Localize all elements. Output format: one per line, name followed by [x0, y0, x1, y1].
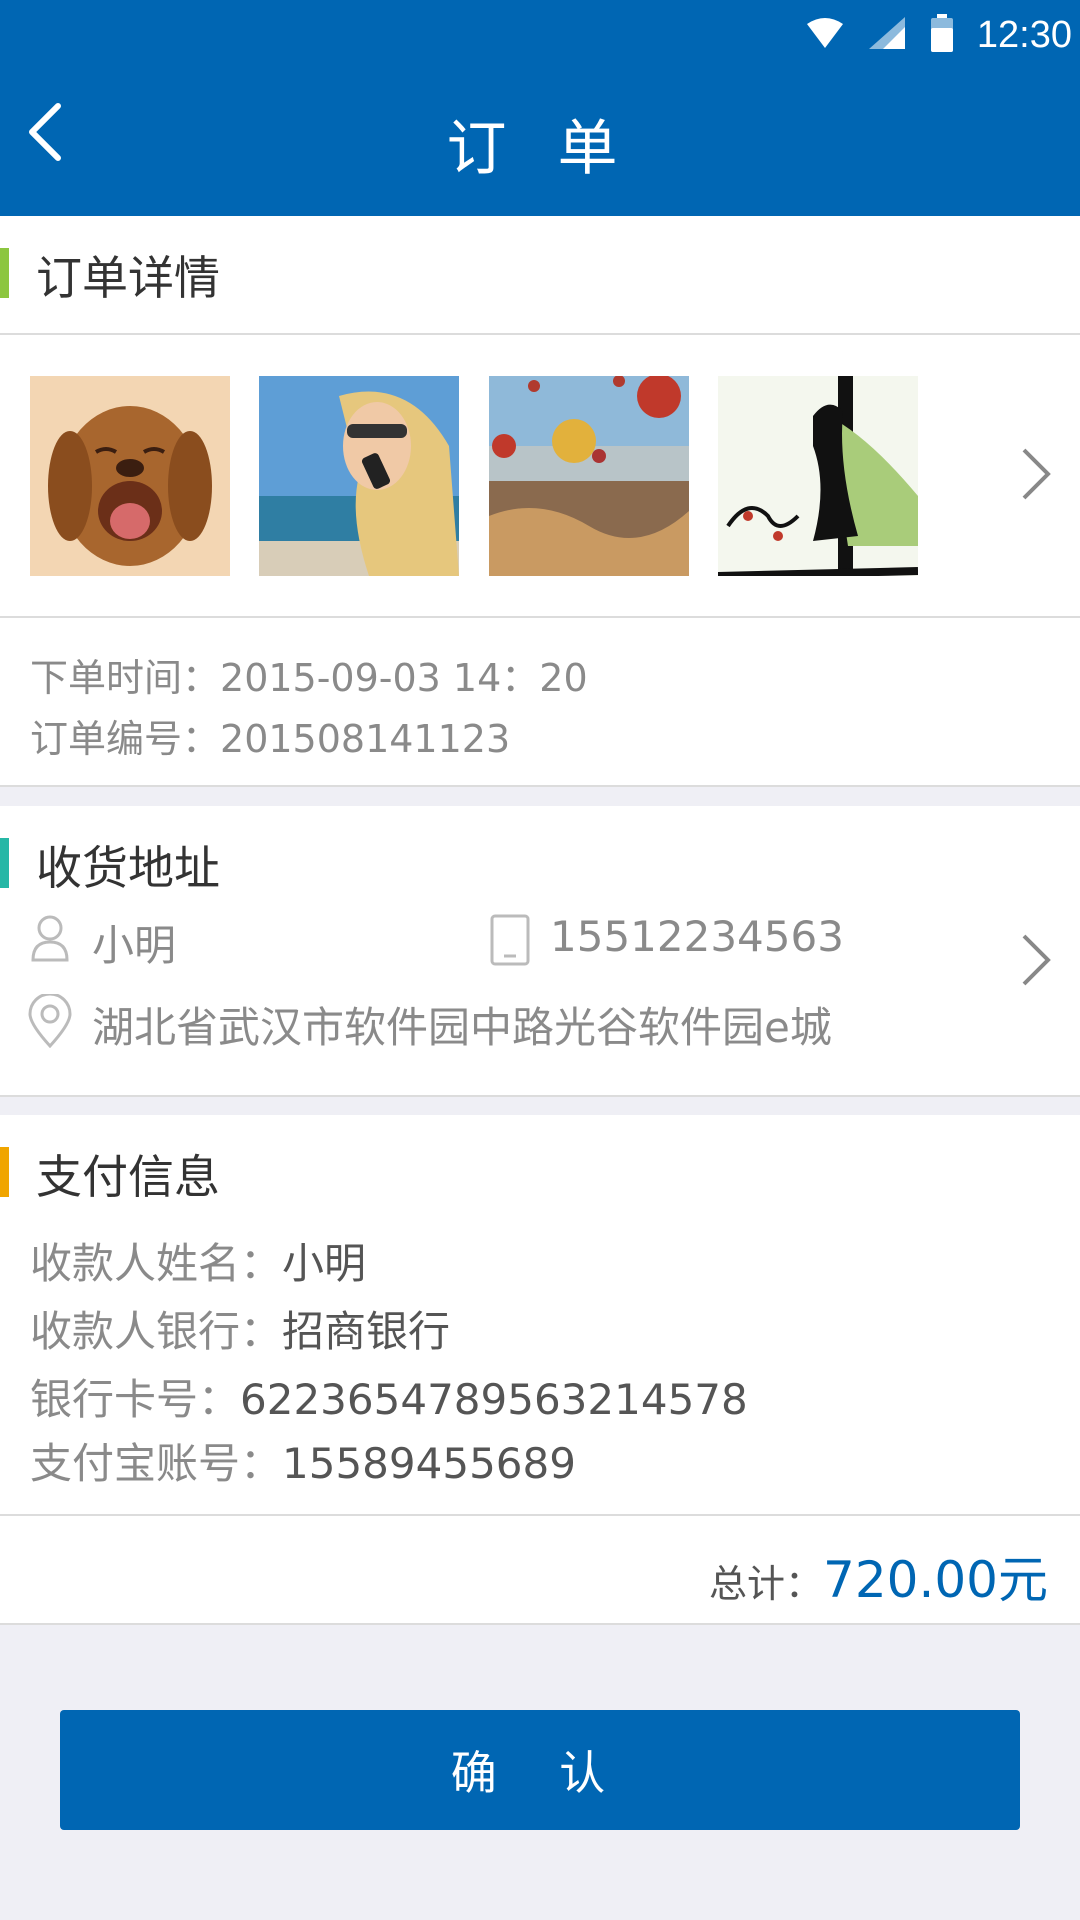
alipay-label: 支付宝账号： [30, 1439, 283, 1488]
person-icon [30, 914, 70, 966]
divider [0, 333, 1080, 335]
recipient-address: 湖北省武汉市软件园中路光谷软件园e城 [92, 1003, 832, 1052]
payee-bank: 收款人银行：招商银行 [30, 1298, 450, 1359]
card-number: 银行卡号：6223654789563214578 [30, 1366, 748, 1427]
section-accent [0, 838, 9, 888]
order-image-4[interactable] [718, 376, 918, 576]
divider [0, 785, 1080, 787]
order-total: 总计： 720.00元 [709, 1540, 1048, 1612]
location-icon [28, 992, 72, 1052]
order-time: 下单时间：2015-09-03 14：20 [30, 647, 588, 702]
payment-title: 支付信息 [36, 1150, 220, 1204]
order-number: 订单编号：201508141123 [30, 708, 510, 763]
recipient-phone: 15512234563 [550, 912, 844, 961]
address-more-button[interactable] [1016, 930, 1056, 990]
order-details-title: 订单详情 [36, 251, 220, 305]
hot-air-balloons-photo [489, 376, 689, 576]
divider [0, 616, 1080, 618]
order-number-value: 201508141123 [220, 717, 511, 761]
signal-icon [868, 17, 905, 53]
battery-icon [930, 14, 953, 56]
phone-icon [490, 914, 530, 970]
order-image-2[interactable] [259, 376, 459, 576]
section-accent [0, 248, 9, 298]
total-label: 总计： [709, 1562, 824, 1606]
order-time-label: 下单时间： [30, 656, 221, 700]
card-number-value: 6223654789563214578 [240, 1375, 748, 1424]
dog-photo [30, 376, 230, 576]
divider [0, 1623, 1080, 1625]
payee-bank-value: 招商银行 [282, 1307, 451, 1356]
silhouette-illustration [718, 376, 918, 576]
divider [0, 1514, 1080, 1516]
chevron-right-icon [1022, 448, 1051, 500]
status-bar: 12:30 [781, 10, 1072, 60]
images-more-button[interactable] [1016, 444, 1056, 504]
payee-name: 收款人姓名：小明 [30, 1230, 366, 1291]
order-image-3[interactable] [489, 376, 689, 576]
divider [0, 1095, 1080, 1097]
card-number-label: 银行卡号： [30, 1375, 241, 1424]
payee-bank-label: 收款人银行： [30, 1307, 283, 1356]
chevron-right-icon [1022, 934, 1051, 986]
order-image-1[interactable] [30, 376, 230, 576]
total-value: 720.00元 [823, 1551, 1048, 1609]
page-title: 订 单 [446, 114, 634, 184]
order-time-value: 2015-09-03 14：20 [220, 656, 588, 700]
confirm-button[interactable]: 确 认 [60, 1710, 1020, 1830]
woman-on-phone-photo [259, 376, 459, 576]
wifi-icon [806, 18, 843, 52]
recipient-name: 小明 [92, 921, 177, 970]
order-number-label: 订单编号： [30, 717, 221, 761]
section-accent [0, 1147, 9, 1197]
payee-name-value: 小明 [282, 1239, 367, 1288]
status-time: 12:30 [976, 13, 1072, 56]
address-title: 收货地址 [36, 841, 220, 895]
alipay-account: 支付宝账号：15589455689 [30, 1430, 576, 1491]
alipay-value: 15589455689 [282, 1439, 576, 1488]
payee-name-label: 收款人姓名： [30, 1239, 283, 1288]
app-header: 12:30 订 单 [0, 0, 1080, 216]
